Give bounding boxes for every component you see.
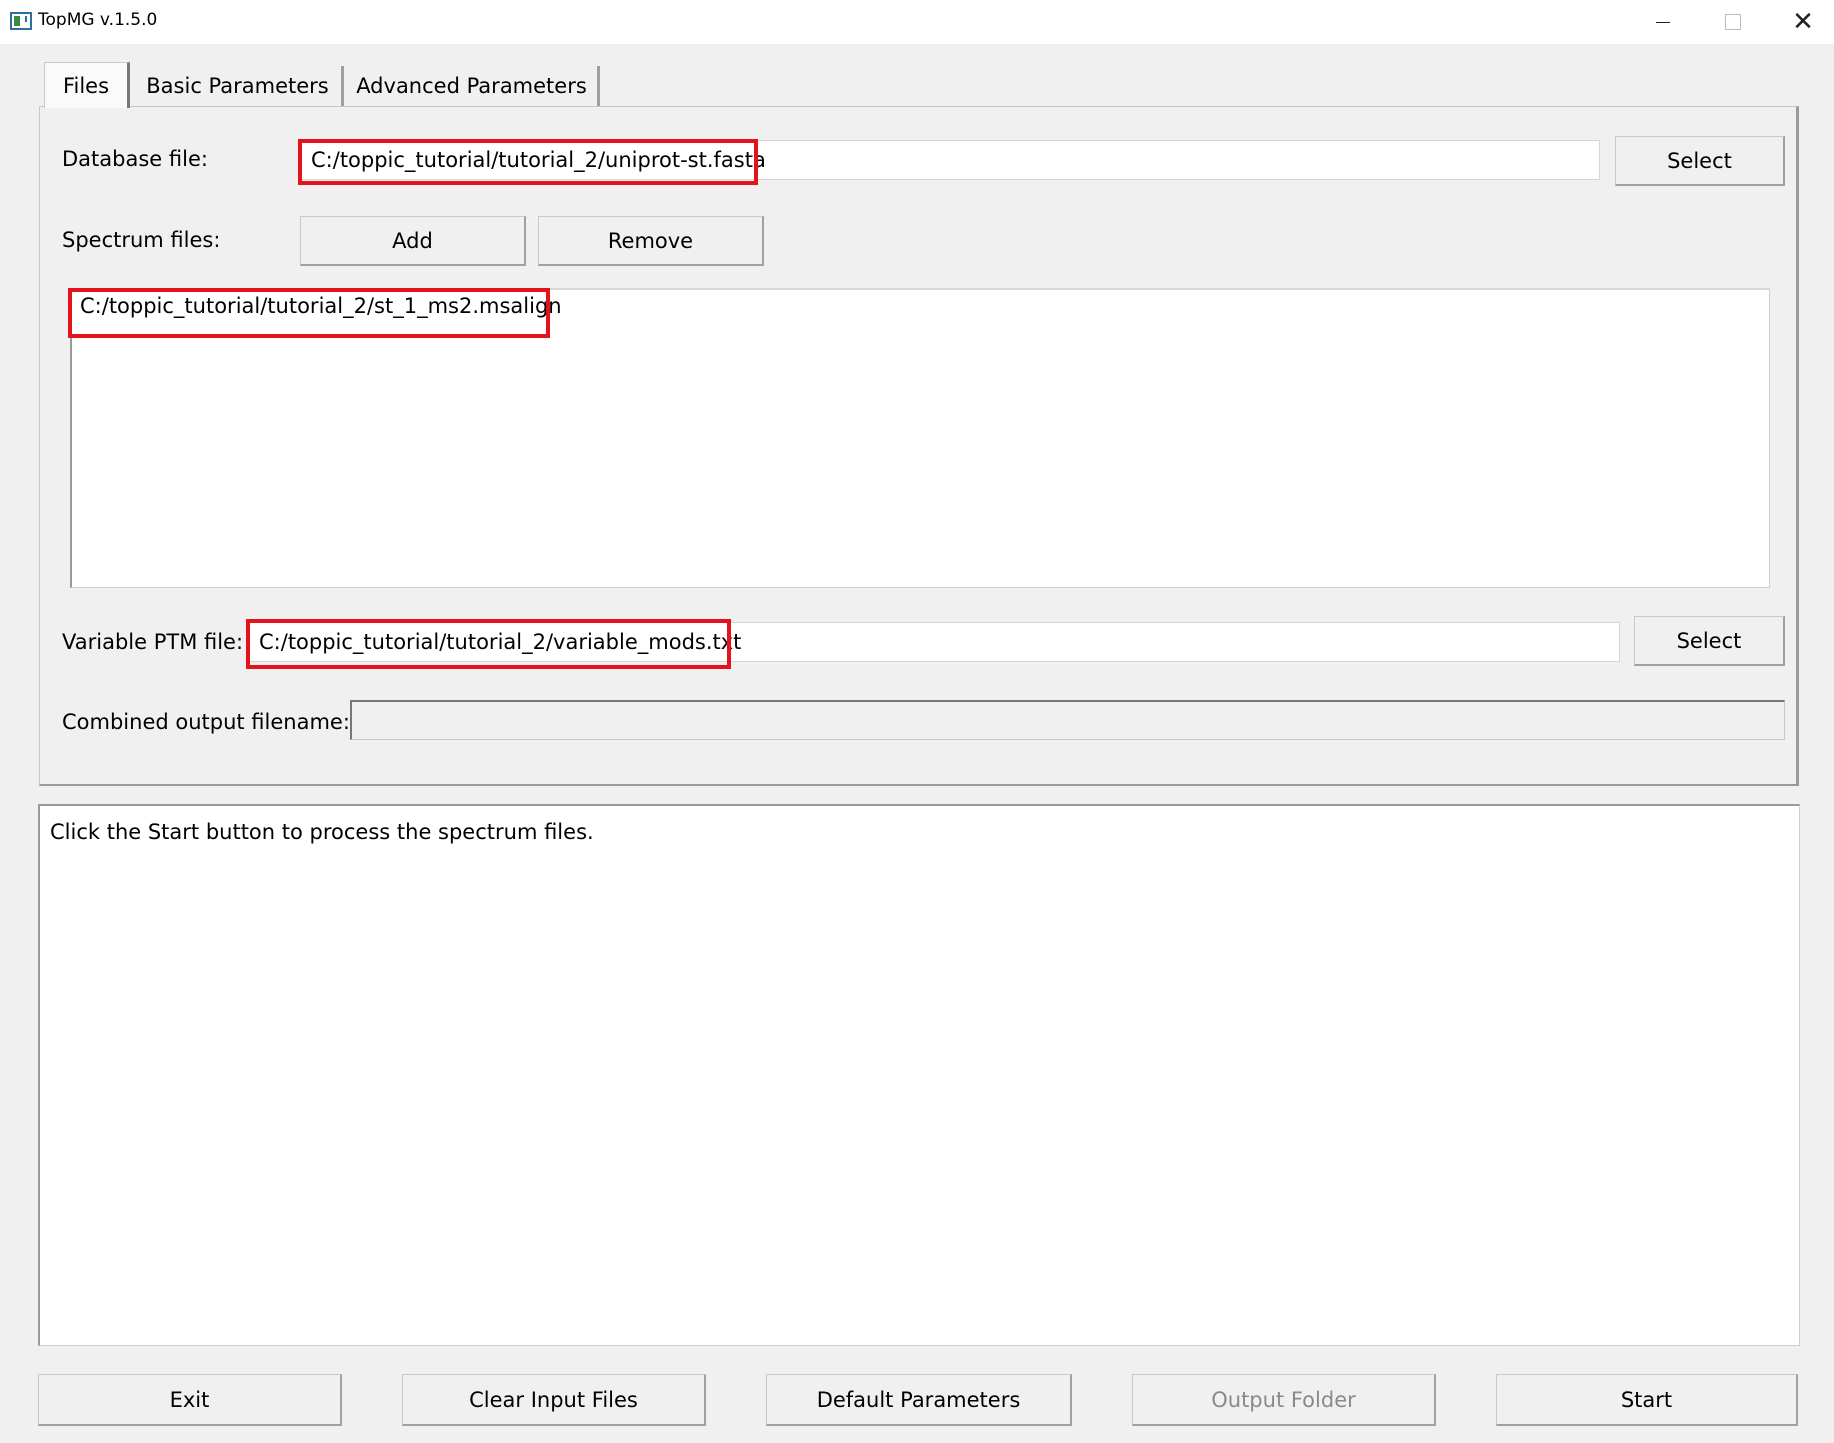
app-icon — [10, 12, 32, 30]
variable-ptm-file-highlight — [246, 619, 731, 669]
window-title: TopMG v.1.5.0 — [38, 10, 158, 30]
spectrum-files-label: Spectrum files: — [62, 228, 221, 252]
tab-advanced-parameters[interactable]: Advanced Parameters — [346, 66, 600, 106]
log-output-area[interactable] — [38, 804, 1800, 1346]
minimize-icon[interactable] — [1628, 0, 1698, 44]
clear-input-files-button[interactable]: Clear Input Files — [402, 1374, 706, 1426]
tab-basic-parameters[interactable]: Basic Parameters — [134, 66, 344, 106]
database-select-button[interactable]: Select — [1615, 136, 1785, 186]
exit-button[interactable]: Exit — [38, 1374, 342, 1426]
combined-output-filename-label: Combined output filename: — [62, 710, 350, 734]
add-spectrum-button[interactable]: Add — [300, 216, 526, 266]
title-bar — [0, 0, 1834, 44]
tab-files[interactable]: Files — [44, 62, 130, 108]
ptm-select-button[interactable]: Select — [1634, 616, 1785, 666]
database-file-highlight — [298, 139, 758, 185]
maximize-icon[interactable] — [1698, 0, 1768, 44]
spectrum-file-highlight — [68, 288, 550, 338]
database-file-label: Database file: — [62, 147, 208, 171]
log-message: Click the Start button to process the sp… — [50, 820, 594, 844]
default-parameters-button[interactable]: Default Parameters — [766, 1374, 1072, 1426]
variable-ptm-file-label: Variable PTM file: — [62, 630, 244, 654]
close-icon[interactable]: ✕ — [1768, 0, 1834, 44]
remove-spectrum-button[interactable]: Remove — [538, 216, 764, 266]
start-button[interactable]: Start — [1496, 1374, 1798, 1426]
output-folder-button[interactable]: Output Folder — [1132, 1374, 1436, 1426]
combined-output-filename-field[interactable] — [350, 700, 1785, 740]
